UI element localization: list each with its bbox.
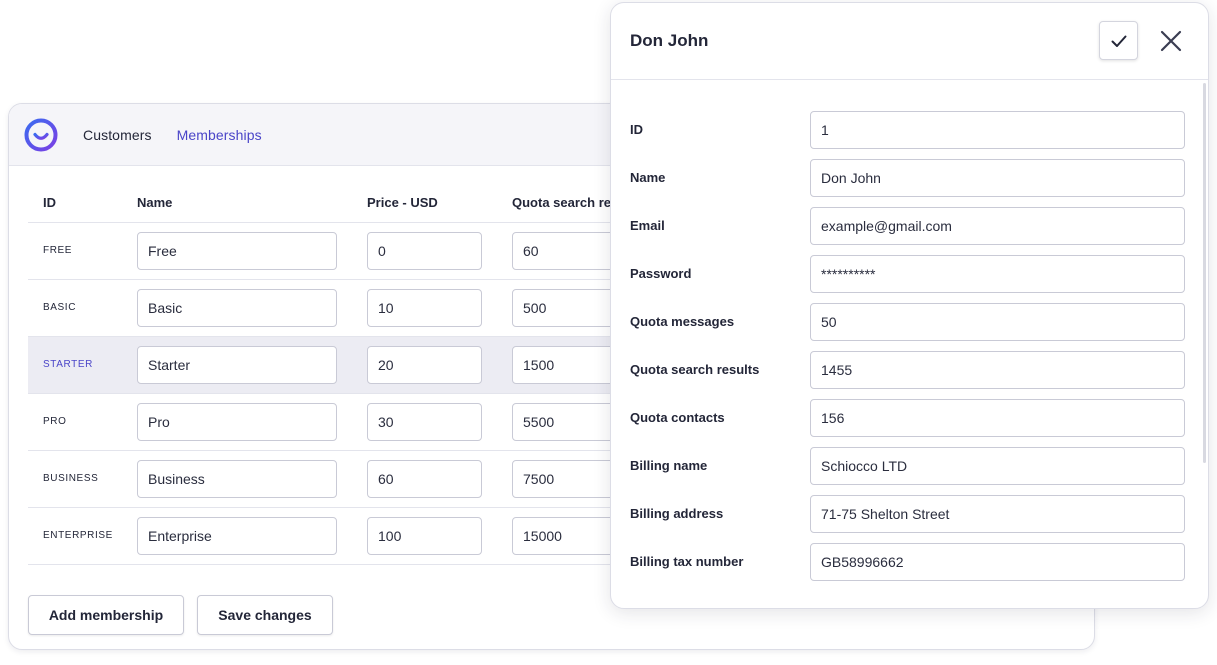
field-label: Quota contacts <box>630 410 725 425</box>
save-changes-button[interactable]: Save changes <box>197 595 333 635</box>
field-name: Name <box>630 159 1186 197</box>
close-button[interactable] <box>1156 26 1186 56</box>
field-quota-contacts: Quota contacts <box>630 399 1186 437</box>
membership-id: BASIC <box>43 302 77 313</box>
customer-dialog: Don John ID Name Email Password Quota me… <box>610 2 1209 609</box>
field-label: Password <box>630 266 692 281</box>
quota-search-results-input[interactable] <box>810 351 1185 389</box>
field-label: Billing tax number <box>630 554 744 569</box>
column-header-name: Name <box>137 195 173 210</box>
membership-id: STARTER <box>43 359 93 370</box>
confirm-button[interactable] <box>1099 21 1138 60</box>
membership-name-input[interactable] <box>137 403 337 441</box>
email-input[interactable] <box>810 207 1185 245</box>
name-input[interactable] <box>810 159 1185 197</box>
add-membership-button[interactable]: Add membership <box>28 595 184 635</box>
field-id: ID <box>630 111 1186 149</box>
field-label: Billing address <box>630 506 724 521</box>
nav-memberships[interactable]: Memberships <box>177 127 262 143</box>
field-quota-search-results: Quota search results <box>630 351 1186 389</box>
field-quota-messages: Quota messages <box>630 303 1186 341</box>
field-email: Email <box>630 207 1186 245</box>
id-input[interactable] <box>810 111 1185 149</box>
field-billing-tax-number: Billing tax number <box>630 543 1186 581</box>
membership-price-input[interactable] <box>367 232 482 270</box>
field-label: Email <box>630 218 665 233</box>
brand-logo-icon[interactable] <box>23 117 59 153</box>
quota-messages-input[interactable] <box>810 303 1185 341</box>
membership-name-input[interactable] <box>137 346 337 384</box>
field-password: Password <box>630 255 1186 293</box>
close-icon <box>1160 30 1182 52</box>
field-label: Billing name <box>630 458 708 473</box>
field-label: ID <box>630 122 643 137</box>
membership-name-input[interactable] <box>137 289 337 327</box>
membership-id: PRO <box>43 416 67 427</box>
column-header-quota-search: Quota search re <box>512 195 611 210</box>
check-icon <box>1111 35 1126 47</box>
field-billing-address: Billing address <box>630 495 1186 533</box>
membership-price-input[interactable] <box>367 517 482 555</box>
column-header-id: ID <box>43 195 56 210</box>
membership-id: FREE <box>43 245 73 256</box>
dialog-scrollbar[interactable] <box>1203 83 1206 463</box>
membership-price-input[interactable] <box>367 289 482 327</box>
membership-name-input[interactable] <box>137 517 337 555</box>
billing-tax-number-input[interactable] <box>810 543 1185 581</box>
membership-name-input[interactable] <box>137 232 337 270</box>
billing-address-input[interactable] <box>810 495 1185 533</box>
dialog-title: Don John <box>630 31 709 50</box>
password-input[interactable] <box>810 255 1185 293</box>
dialog-header: Don John <box>611 3 1208 80</box>
membership-id: BUSINESS <box>43 473 99 484</box>
field-label: Quota messages <box>630 314 735 329</box>
field-label: Name <box>630 170 666 185</box>
membership-price-input[interactable] <box>367 460 482 498</box>
membership-price-input[interactable] <box>367 403 482 441</box>
membership-price-input[interactable] <box>367 346 482 384</box>
field-billing-name: Billing name <box>630 447 1186 485</box>
nav-customers[interactable]: Customers <box>83 127 152 143</box>
billing-name-input[interactable] <box>810 447 1185 485</box>
quota-contacts-input[interactable] <box>810 399 1185 437</box>
membership-id: ENTERPRISE <box>43 530 113 541</box>
membership-name-input[interactable] <box>137 460 337 498</box>
field-label: Quota search results <box>630 362 760 377</box>
column-header-price: Price - USD <box>367 195 438 210</box>
